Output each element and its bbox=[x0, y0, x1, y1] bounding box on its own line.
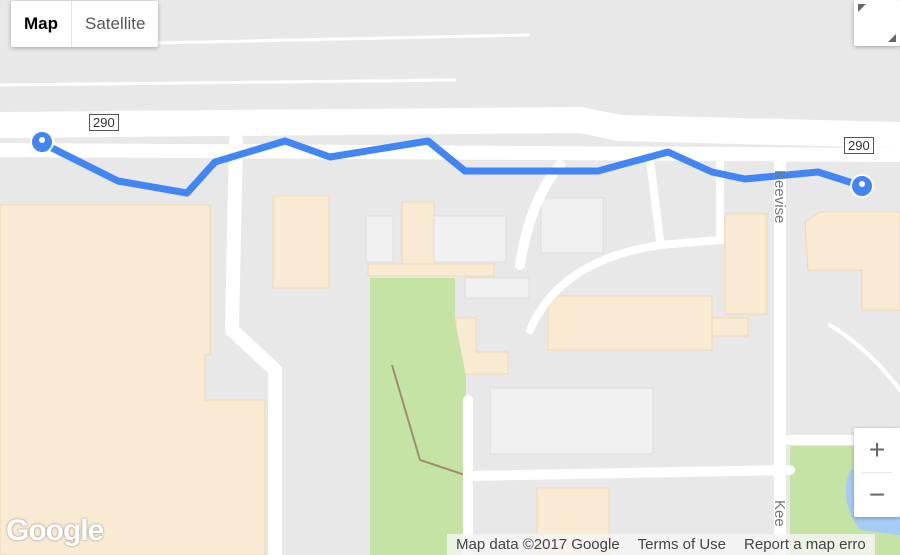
fullscreen-button[interactable] bbox=[854, 0, 900, 46]
street-label: Keevise bbox=[771, 170, 788, 224]
route-shield: 290 bbox=[844, 137, 874, 154]
park bbox=[370, 278, 466, 555]
report-map-error-link[interactable]: Report a map erro bbox=[735, 534, 875, 555]
map-data-attribution: Map data ©2017 Google bbox=[456, 536, 620, 553]
map-type-satellite-button[interactable]: Satellite bbox=[72, 1, 158, 47]
zoom-control: + − bbox=[854, 428, 900, 517]
zoom-in-button[interactable]: + bbox=[854, 428, 900, 472]
terms-of-use-link[interactable]: Terms of Use bbox=[629, 534, 735, 555]
street-label: Kee bbox=[771, 500, 788, 527]
zoom-out-button[interactable]: − bbox=[854, 473, 900, 517]
start-marker bbox=[30, 130, 54, 154]
fullscreen-icon bbox=[858, 4, 896, 42]
map-type-control: Map Satellite bbox=[11, 1, 159, 47]
map-type-map-button[interactable]: Map bbox=[11, 1, 72, 47]
end-marker bbox=[850, 174, 874, 198]
map-footer: Map data ©2017 Google Terms of Use Repor… bbox=[447, 534, 875, 555]
google-logo: Google bbox=[6, 514, 104, 547]
map-canvas[interactable] bbox=[0, 0, 900, 555]
route-shield: 290 bbox=[89, 114, 119, 131]
